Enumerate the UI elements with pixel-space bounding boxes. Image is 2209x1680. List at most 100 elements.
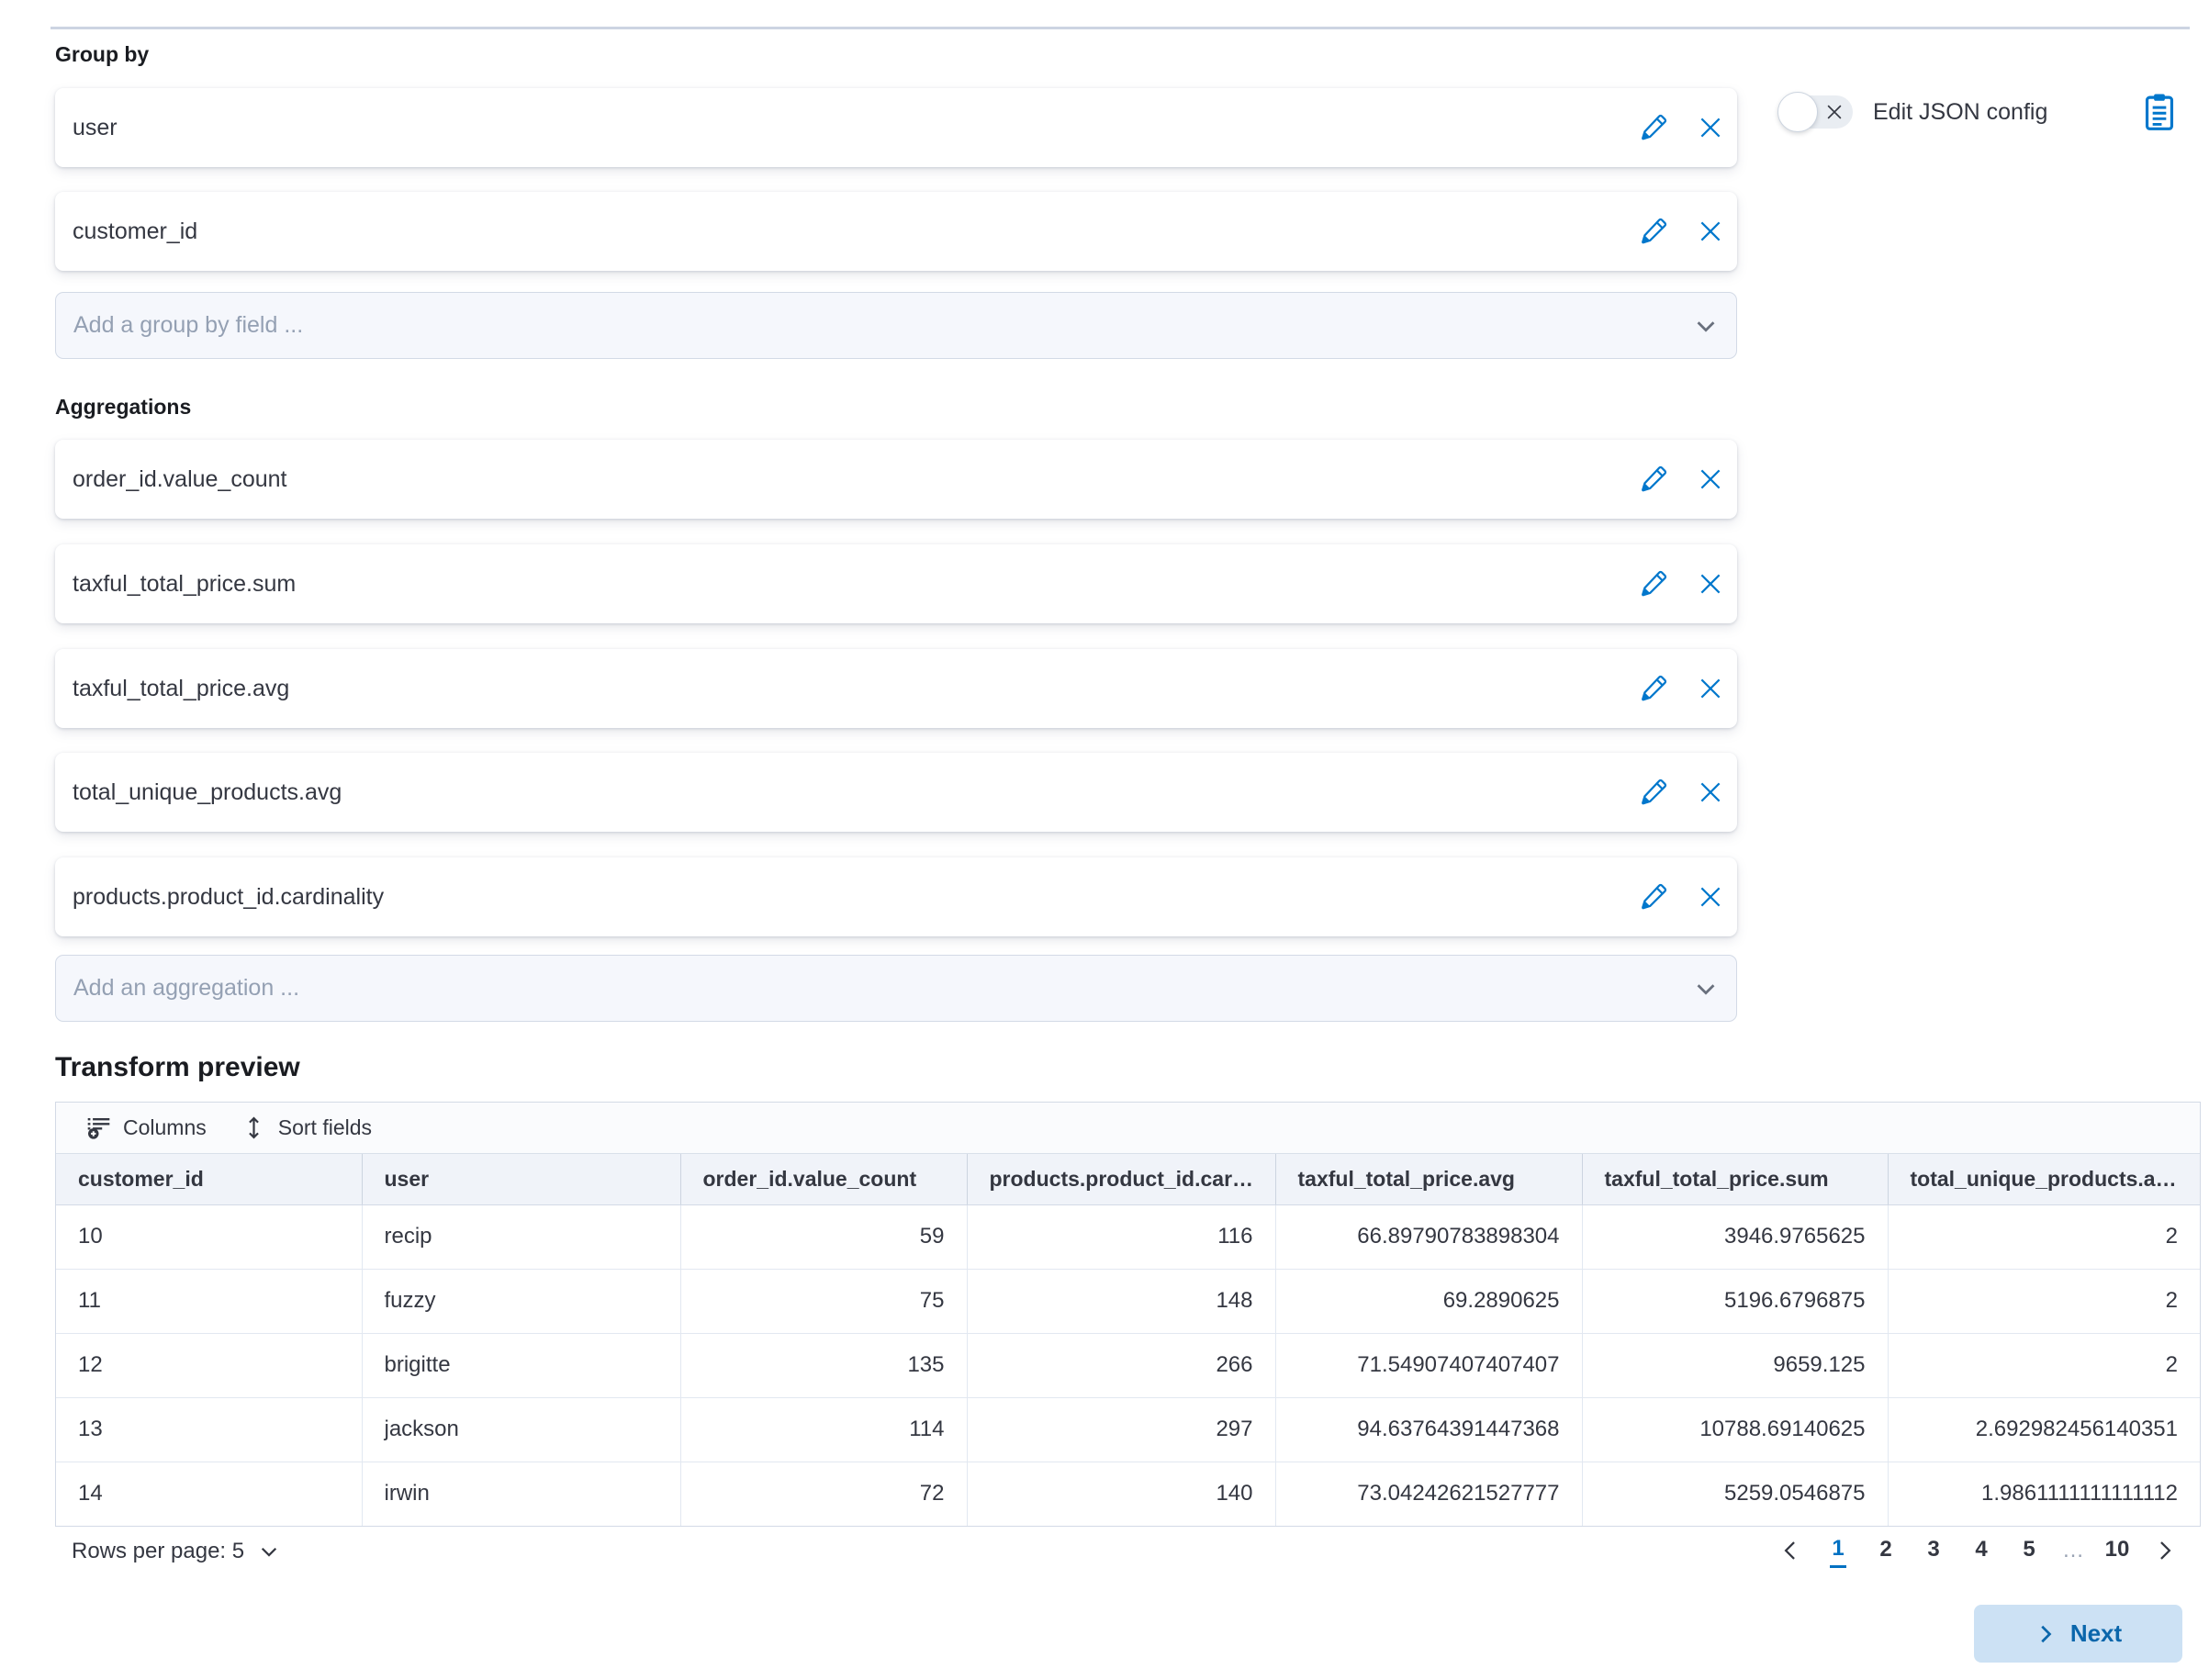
sort-fields-icon xyxy=(241,1115,266,1140)
aggregation-item-label: taxful_total_price.sum xyxy=(73,571,1638,598)
aggregation-item: order_id.value_count xyxy=(55,440,1737,519)
cell-price-sum: 9659.125 xyxy=(1582,1333,1888,1397)
cell-user: recip xyxy=(362,1204,680,1269)
columns-button[interactable]: Columns xyxy=(86,1115,225,1140)
column-header: products.product_id.car… xyxy=(967,1154,1275,1204)
toggle-knob xyxy=(1777,92,1818,132)
page-button-10[interactable]: 10 xyxy=(2097,1529,2137,1572)
cell-order-count: 135 xyxy=(680,1333,967,1397)
table-row: 13 jackson 114 297 94.63764391447368 107… xyxy=(56,1397,2200,1462)
aggregation-item: products.product_id.cardinality xyxy=(55,857,1737,936)
cell-user: jackson xyxy=(362,1397,680,1462)
cell-customer-id: 10 xyxy=(56,1204,362,1269)
cell-unique-products-avg: 2.692982456140351 xyxy=(1888,1397,2200,1462)
cell-price-sum: 5196.6796875 xyxy=(1582,1269,1888,1333)
previous-page-button[interactable] xyxy=(1770,1529,1811,1572)
edit-pencil-button[interactable] xyxy=(1638,673,1669,704)
cell-price-avg: 66.89790783898304 xyxy=(1275,1204,1582,1269)
remove-item-button[interactable] xyxy=(1695,673,1726,704)
close-icon xyxy=(1698,571,1723,597)
edit-json-config-row: Edit JSON config xyxy=(1779,95,2047,129)
cell-product-cardinality: 297 xyxy=(967,1397,1275,1462)
close-icon xyxy=(1698,676,1723,701)
cell-product-cardinality: 266 xyxy=(967,1333,1275,1397)
page-button-1[interactable]: 1 xyxy=(1818,1529,1858,1572)
edit-pencil-button[interactable] xyxy=(1638,464,1669,495)
group-by-item-user: user xyxy=(55,88,1737,167)
group-by-label: Group by xyxy=(55,42,149,67)
aggregation-item-label: order_id.value_count xyxy=(73,466,1638,493)
cell-price-avg: 69.2890625 xyxy=(1275,1269,1582,1333)
aggregation-item-label: taxful_total_price.avg xyxy=(73,676,1638,702)
add-aggregation-combobox[interactable]: Add an aggregation ... xyxy=(55,955,1737,1022)
rows-per-page-button[interactable]: Rows per page: 5 xyxy=(72,1531,281,1572)
edit-pencil-button[interactable] xyxy=(1638,881,1669,913)
cell-order-count: 59 xyxy=(680,1204,967,1269)
pencil-icon xyxy=(1640,570,1667,598)
cell-customer-id: 14 xyxy=(56,1462,362,1526)
edit-json-config-toggle[interactable] xyxy=(1779,95,1853,129)
page-number: 4 xyxy=(1973,1535,1989,1566)
page-number: 3 xyxy=(1925,1535,1941,1566)
pagination-ellipsis: … xyxy=(2057,1538,2090,1563)
cell-product-cardinality: 140 xyxy=(967,1462,1275,1526)
table-row: 12 brigitte 135 266 71.54907407407407 96… xyxy=(56,1333,2200,1397)
group-by-item-label: user xyxy=(73,115,1638,141)
edit-pencil-button[interactable] xyxy=(1638,568,1669,599)
page-number: 2 xyxy=(1878,1535,1893,1566)
remove-item-button[interactable] xyxy=(1695,216,1726,247)
remove-item-button[interactable] xyxy=(1695,777,1726,808)
top-divider xyxy=(50,27,2190,29)
add-group-by-placeholder: Add a group by field ... xyxy=(73,312,1692,339)
column-header: customer_id xyxy=(56,1154,362,1204)
cell-product-cardinality: 116 xyxy=(967,1204,1275,1269)
next-step-button[interactable]: Next xyxy=(1974,1605,2182,1663)
edit-pencil-button[interactable] xyxy=(1638,112,1669,143)
add-group-by-field-combobox[interactable]: Add a group by field ... xyxy=(55,292,1737,359)
chevron-down-icon xyxy=(257,1540,281,1563)
close-icon xyxy=(1698,218,1723,244)
edit-json-config-label: Edit JSON config xyxy=(1873,99,2047,126)
aggregation-item-label: total_unique_products.avg xyxy=(73,779,1638,806)
sort-fields-button-label: Sort fields xyxy=(278,1115,372,1140)
group-by-item-label: customer_id xyxy=(73,218,1638,245)
cell-customer-id: 13 xyxy=(56,1397,362,1462)
pencil-icon xyxy=(1640,675,1667,702)
remove-item-button[interactable] xyxy=(1695,881,1726,913)
cell-customer-id: 12 xyxy=(56,1333,362,1397)
columns-list-add-icon xyxy=(86,1115,111,1140)
cell-user: irwin xyxy=(362,1462,680,1526)
next-button-label: Next xyxy=(2070,1619,2122,1648)
chevron-right-icon xyxy=(2035,1623,2057,1645)
page-number: 5 xyxy=(2021,1535,2036,1566)
aggregations-label: Aggregations xyxy=(55,395,191,420)
aggregation-item: total_unique_products.avg xyxy=(55,753,1737,832)
rows-per-page-label: Rows per page: 5 xyxy=(72,1539,244,1564)
page-button-5[interactable]: 5 xyxy=(2009,1529,2049,1572)
page-button-3[interactable]: 3 xyxy=(1913,1529,1954,1572)
edit-pencil-button[interactable] xyxy=(1638,777,1669,808)
chevron-left-icon xyxy=(1778,1539,1802,1562)
edit-pencil-button[interactable] xyxy=(1638,216,1669,247)
pencil-icon xyxy=(1640,465,1667,493)
remove-item-button[interactable] xyxy=(1695,112,1726,143)
cell-unique-products-avg: 1.9861111111111112 xyxy=(1888,1462,2200,1526)
sort-fields-button[interactable]: Sort fields xyxy=(241,1115,390,1140)
table-row: 11 fuzzy 75 148 69.2890625 5196.6796875 … xyxy=(56,1269,2200,1333)
next-page-button[interactable] xyxy=(2145,1529,2185,1572)
transform-preview-grid: Columns Sort fields customer_id user ord… xyxy=(55,1102,2201,1527)
close-icon xyxy=(1698,884,1723,910)
page-button-4[interactable]: 4 xyxy=(1961,1529,2002,1572)
remove-item-button[interactable] xyxy=(1695,568,1726,599)
cell-price-avg: 71.54907407407407 xyxy=(1275,1333,1582,1397)
remove-item-button[interactable] xyxy=(1695,464,1726,495)
table-row: 10 recip 59 116 66.89790783898304 3946.9… xyxy=(56,1204,2200,1269)
copy-to-clipboard-button[interactable] xyxy=(2137,90,2181,134)
cell-unique-products-avg: 2 xyxy=(1888,1333,2200,1397)
column-header: taxful_total_price.avg xyxy=(1275,1154,1582,1204)
page-button-2[interactable]: 2 xyxy=(1866,1529,1906,1572)
close-icon xyxy=(1698,466,1723,492)
column-header: order_id.value_count xyxy=(680,1154,967,1204)
close-icon xyxy=(1698,779,1723,805)
table-header-row: customer_id user order_id.value_count pr… xyxy=(56,1154,2200,1204)
